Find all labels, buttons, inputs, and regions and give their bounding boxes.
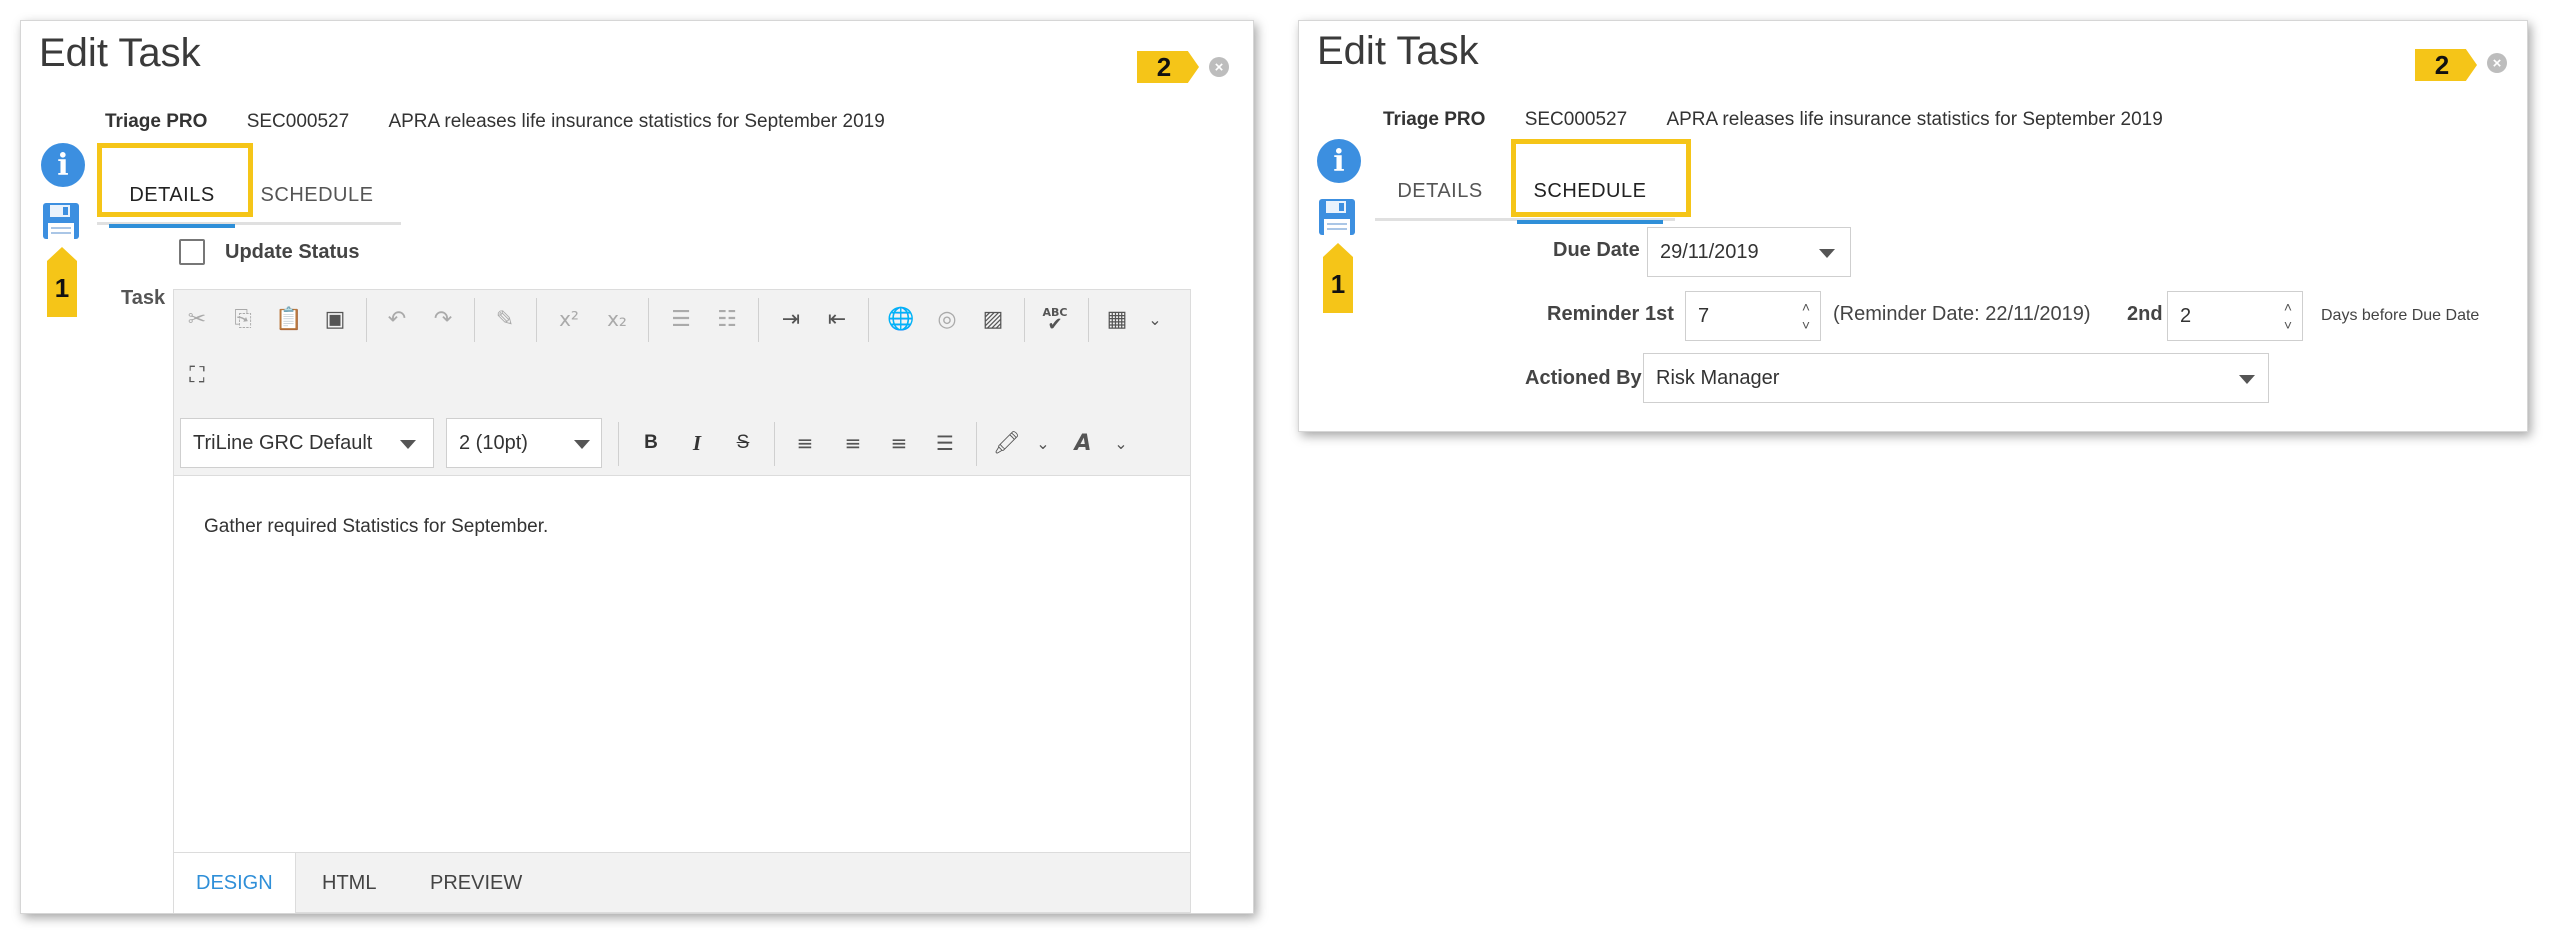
update-status-label: Update Status: [225, 241, 360, 263]
bold-icon[interactable]: B: [634, 426, 668, 460]
justify-icon[interactable]: ☰: [928, 426, 962, 460]
reminder-date-text: (Reminder Date: 22/11/2019): [1833, 303, 2091, 325]
tab-preview[interactable]: PREVIEW: [430, 853, 522, 913]
chevron-down-icon[interactable]: ⌄: [1104, 426, 1138, 460]
reminder-second-value: 2: [2180, 304, 2192, 327]
globe-link-icon[interactable]: 🌐: [884, 302, 918, 336]
align-left-icon[interactable]: ≡: [788, 426, 822, 460]
separator: [536, 298, 537, 342]
task-label: Task: [121, 287, 166, 309]
strikethrough-icon[interactable]: S: [726, 426, 760, 460]
spellcheck-icon[interactable]: ABC ✔: [1038, 302, 1072, 336]
callout-2: 2: [2415, 49, 2477, 81]
chevron-down-icon: [574, 440, 590, 449]
chevron-down-icon[interactable]: ⌄: [1026, 426, 1060, 460]
tab-html[interactable]: HTML: [322, 853, 376, 913]
separator: [1024, 298, 1025, 342]
chevron-down-icon: [1819, 249, 1835, 258]
undo-icon[interactable]: ↶: [380, 302, 414, 336]
highlight-color-icon[interactable]: 🖍: [990, 426, 1024, 460]
separator: [868, 298, 869, 342]
table-dropdown-icon[interactable]: ⌄: [1138, 302, 1172, 336]
format-painter-icon[interactable]: ✎: [488, 302, 522, 336]
task-meta: Triage PRO SEC000527 APRA releases life …: [105, 111, 885, 133]
reminder-first-input[interactable]: 7 ˄ ˅: [1685, 291, 1821, 341]
paste-word-icon[interactable]: ▣: [318, 302, 352, 336]
task-code: SEC000527: [1524, 109, 1628, 130]
chevron-down-icon: [2239, 375, 2255, 384]
due-date-label: Due Date: [1553, 239, 1640, 261]
table-icon[interactable]: ▦: [1100, 302, 1134, 336]
outdent-icon[interactable]: ⇤: [820, 302, 854, 336]
save-icon[interactable]: [41, 201, 81, 241]
tab-details[interactable]: DETAILS: [1375, 161, 1505, 221]
reminder-second-input[interactable]: 2 ˄ ˅: [2167, 291, 2303, 341]
schedule-tab-highlight: [1511, 139, 1691, 217]
reminder-second-label: 2nd: [2127, 303, 2163, 325]
callout-1: 1: [1323, 243, 1353, 313]
chevron-down-icon: [400, 440, 416, 449]
edit-task-dialog-schedule: Edit Task 2 × Triage PRO SEC000527 APRA …: [1298, 20, 2528, 432]
update-status-checkbox[interactable]: [179, 239, 205, 265]
reminder-label: Reminder: [1547, 303, 1640, 325]
app-name: Triage PRO: [1383, 109, 1486, 130]
spinner-icon[interactable]: ˄ ˅: [2284, 298, 2292, 334]
callout-2: 2: [1137, 51, 1199, 83]
tab-design[interactable]: DESIGN: [174, 853, 296, 913]
font-family-select[interactable]: TriLine GRC Default: [180, 418, 434, 468]
task-code: SEC000527: [246, 111, 350, 132]
subscript-icon[interactable]: x₂: [600, 302, 634, 336]
reminder-first-label: 1st: [1645, 303, 1674, 325]
task-editor: ✂ ⎘ 📋 ▣ ↶ ↷ ✎ x² x₂ ☰ ☷ ⇥ ⇤ 🌐 ◎ ▨ ABC✔: [173, 289, 1191, 913]
close-icon[interactable]: ×: [1209, 57, 1229, 77]
task-subject: APRA releases life insurance statistics …: [1666, 109, 2163, 130]
superscript-icon[interactable]: x²: [552, 302, 586, 336]
copy-icon[interactable]: ⎘: [226, 302, 260, 336]
save-icon[interactable]: [1317, 197, 1357, 237]
separator: [758, 298, 759, 342]
unordered-list-icon[interactable]: ☷: [710, 302, 744, 336]
editor-mode-bar: DESIGN HTML PREVIEW: [174, 852, 1190, 913]
info-icon[interactable]: i: [1317, 139, 1361, 183]
ordered-list-icon[interactable]: ☰: [664, 302, 698, 336]
align-right-icon[interactable]: ≡: [882, 426, 916, 460]
task-subject: APRA releases life insurance statistics …: [388, 111, 885, 132]
separator: [648, 298, 649, 342]
image-icon[interactable]: ▨: [976, 302, 1010, 336]
task-meta: Triage PRO SEC000527 APRA releases life …: [1383, 109, 2163, 131]
days-before-text: Days before Due Date: [2321, 307, 2480, 324]
separator: [366, 298, 367, 342]
separator: [618, 422, 619, 466]
info-icon[interactable]: i: [41, 143, 85, 187]
close-icon[interactable]: ×: [2487, 53, 2507, 73]
fullscreen-icon[interactable]: ⛶: [180, 358, 214, 392]
separator: [976, 422, 977, 466]
align-center-icon[interactable]: ≡: [836, 426, 870, 460]
reminder-first-value: 7: [1698, 304, 1710, 327]
globe-unlink-icon[interactable]: ◎: [930, 302, 964, 336]
edit-task-dialog-details: Edit Task 2 × Triage PRO SEC000527 APRA …: [20, 20, 1254, 914]
italic-icon[interactable]: I: [680, 426, 714, 460]
separator: [1088, 298, 1089, 342]
editor-content[interactable]: Gather required Statistics for September…: [204, 516, 548, 538]
dialog-title: Edit Task: [39, 31, 201, 75]
spinner-icon[interactable]: ˄ ˅: [1802, 298, 1810, 334]
details-tab-highlight: [97, 143, 253, 217]
cut-icon[interactable]: ✂: [180, 302, 214, 336]
separator: [774, 422, 775, 466]
app-name: Triage PRO: [105, 111, 208, 132]
actioned-by-label: Actioned By: [1525, 367, 1642, 389]
dialog-title: Edit Task: [1317, 29, 1479, 73]
actioned-by-select[interactable]: Risk Manager: [1643, 353, 2269, 403]
redo-icon[interactable]: ↷: [426, 302, 460, 336]
tab-schedule[interactable]: SCHEDULE: [247, 165, 387, 225]
font-color-icon[interactable]: A: [1066, 426, 1100, 460]
separator: [474, 298, 475, 342]
indent-icon[interactable]: ⇥: [774, 302, 808, 336]
check-mark: ✔: [1047, 314, 1063, 335]
callout-1: 1: [47, 247, 77, 317]
paste-icon[interactable]: 📋: [272, 302, 306, 336]
editor-toolbar: ✂ ⎘ 📋 ▣ ↶ ↷ ✎ x² x₂ ☰ ☷ ⇥ ⇤ 🌐 ◎ ▨ ABC✔: [174, 290, 1190, 476]
